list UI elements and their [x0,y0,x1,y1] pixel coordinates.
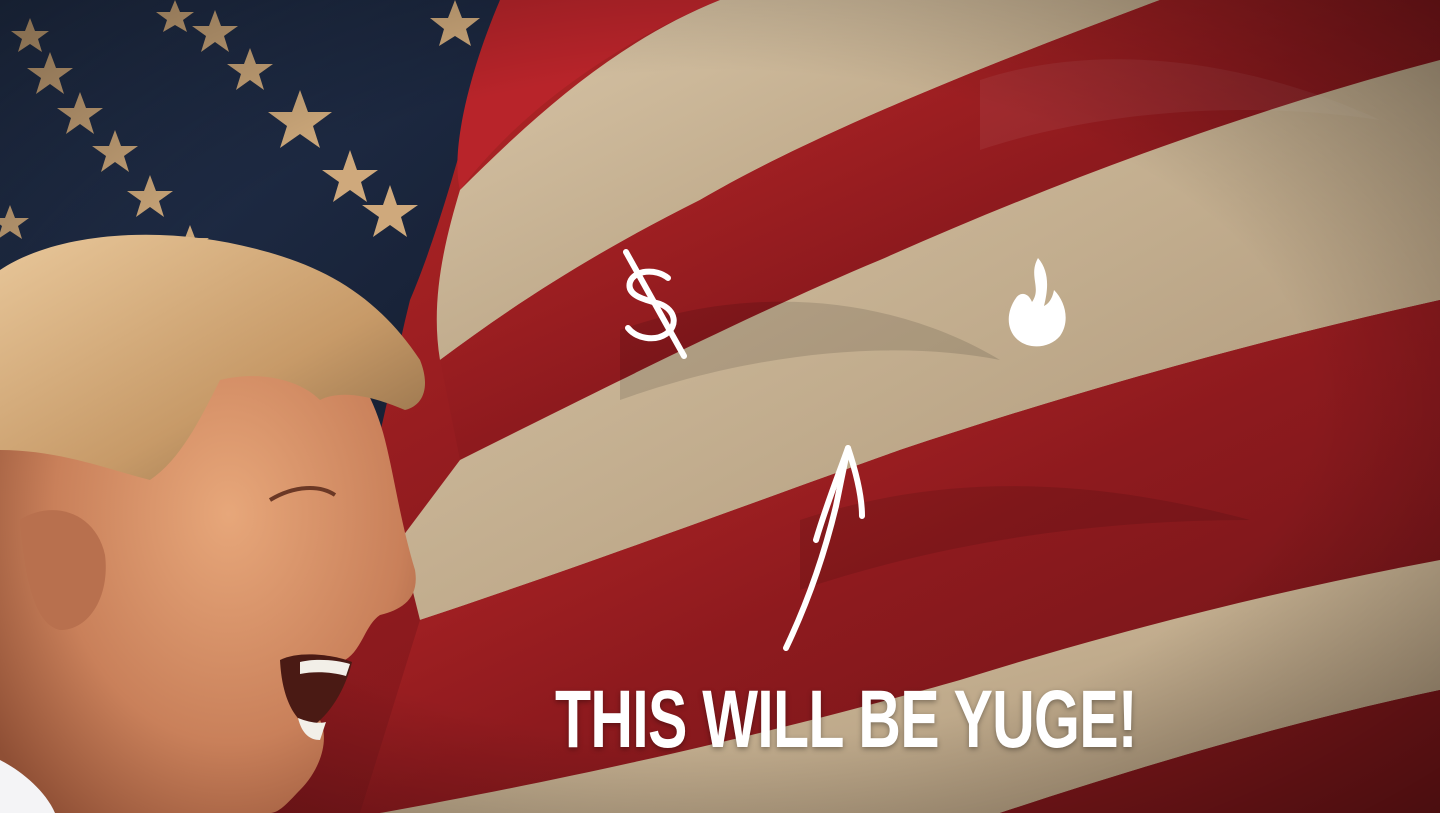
hero-banner: THIS WILL BE YUGE! [0,0,1440,813]
headline-text: THIS WILL BE YUGE! [555,674,1138,765]
dollar-sign-icon [623,249,687,359]
flame-icon [1008,258,1066,347]
up-arrow-icon [783,445,865,651]
